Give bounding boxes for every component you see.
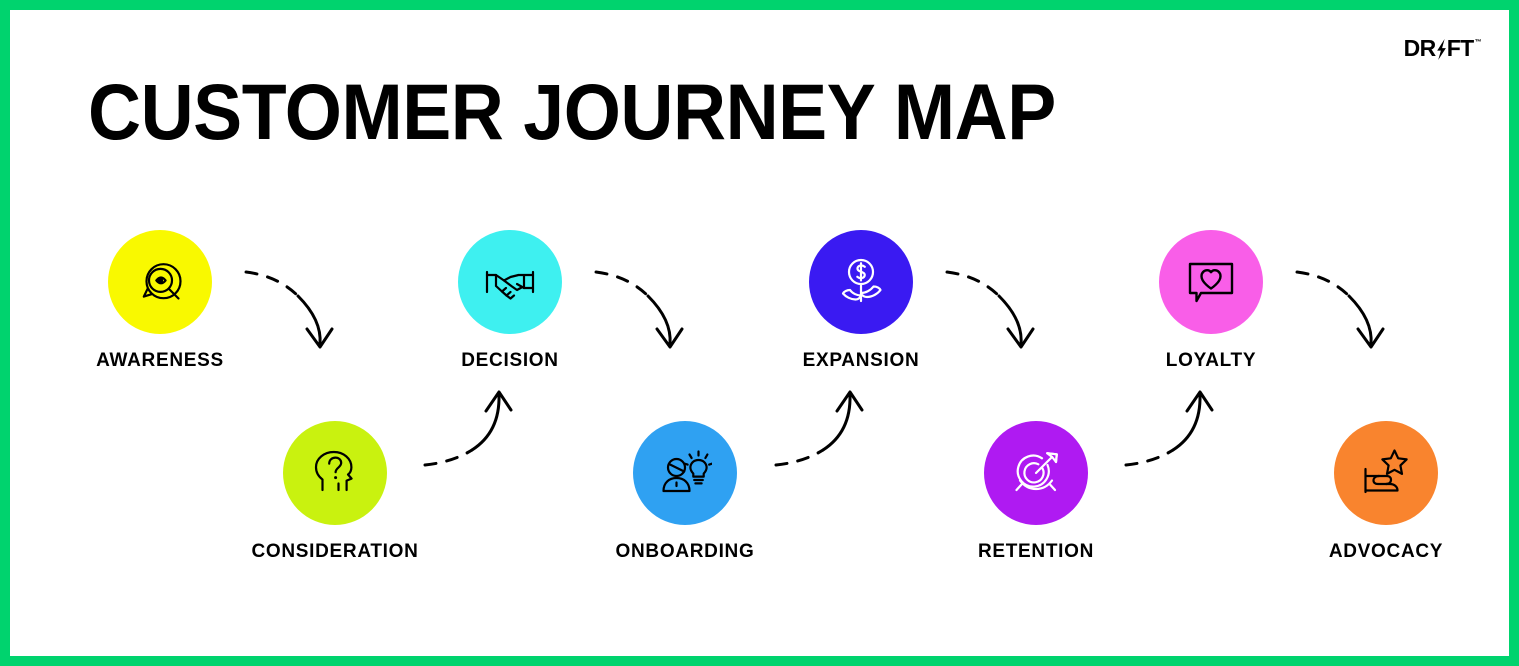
- stage-advocacy-label: ADVOCACY: [1328, 541, 1444, 562]
- stage-consideration[interactable]: CONSIDERATION: [235, 421, 435, 563]
- stage-loyalty-circle[interactable]: [1159, 230, 1263, 334]
- person-lightbulb-icon: [658, 446, 712, 500]
- stage-consideration-label: CONSIDERATION: [251, 541, 419, 562]
- stage-advocacy[interactable]: ADVOCACY: [1286, 421, 1486, 563]
- stage-retention-circle[interactable]: [984, 421, 1088, 525]
- chat-heart-icon: [1184, 255, 1238, 309]
- stage-expansion-circle[interactable]: [809, 230, 913, 334]
- stage-retention-label: RETENTION: [977, 541, 1095, 562]
- stage-retention[interactable]: RETENTION: [936, 421, 1136, 563]
- target-arrow-icon: [1009, 446, 1063, 500]
- stage-awareness-label: AWARENESS: [96, 350, 224, 371]
- page-title: CUSTOMER JOURNEY MAP: [88, 67, 1056, 156]
- eye-magnifier-icon: [133, 255, 187, 309]
- stage-awareness[interactable]: AWARENESS: [60, 230, 260, 372]
- head-question-icon: [308, 446, 362, 500]
- stage-onboarding-circle[interactable]: [633, 421, 737, 525]
- connector-consideration-to-decision: [423, 390, 513, 467]
- stage-onboarding[interactable]: ONBOARDING: [585, 421, 785, 563]
- stage-advocacy-circle[interactable]: [1334, 421, 1438, 525]
- diagram-body: CUSTOMER JOURNEY MAP DR FT ™ AWARENESS C…: [10, 10, 1509, 656]
- stage-awareness-circle[interactable]: [108, 230, 212, 334]
- connector-retention-to-loyalty: [1124, 390, 1214, 467]
- connector-onboarding-to-expansion: [774, 390, 864, 467]
- brand-logo-prefix: DR: [1403, 35, 1437, 61]
- stage-loyalty-label: LOYALTY: [1165, 350, 1257, 371]
- stage-decision-circle[interactable]: [458, 230, 562, 334]
- brand-trademark: ™: [1474, 39, 1482, 46]
- stage-decision-label: DECISION: [461, 350, 559, 371]
- stage-expansion-label: EXPANSION: [802, 350, 920, 371]
- handshake-icon: [483, 255, 537, 309]
- customer-journey-map-canvas: CUSTOMER JOURNEY MAP DR FT ™ AWARENESS C…: [0, 0, 1519, 666]
- lightning-bolt-icon: [1436, 39, 1447, 60]
- stage-consideration-circle[interactable]: [283, 421, 387, 525]
- stage-expansion[interactable]: EXPANSION: [761, 230, 961, 372]
- stage-onboarding-label: ONBOARDING: [615, 541, 755, 562]
- stage-loyalty[interactable]: LOYALTY: [1111, 230, 1311, 372]
- brand-logo-suffix: FT: [1446, 35, 1475, 61]
- hand-star-icon: [1359, 446, 1413, 500]
- money-plant-icon: [834, 255, 888, 309]
- brand-logo: DR FT ™: [1403, 35, 1482, 61]
- stage-decision[interactable]: DECISION: [410, 230, 610, 372]
